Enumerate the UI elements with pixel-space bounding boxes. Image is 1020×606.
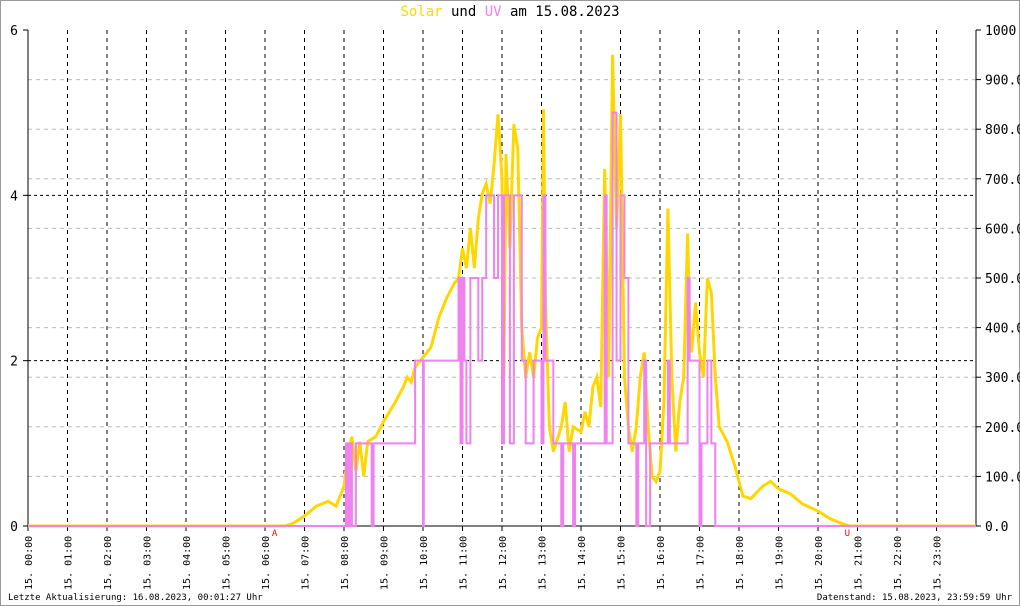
x-tick-label: 15. 02:00 xyxy=(103,536,114,590)
left-tick-label: 6 xyxy=(10,24,18,39)
data-status-text: Datenstand: 15.08.2023, 23:59:59 Uhr xyxy=(816,593,1012,603)
last-update-text: Letzte Aktualisierung: 16.08.2023, 00:01… xyxy=(8,593,263,603)
x-tick-label: 15. 08:00 xyxy=(340,536,351,590)
x-tick-label: 15. 18:00 xyxy=(735,536,746,590)
x-tick-label: 15. 05:00 xyxy=(222,536,233,590)
right-tick-label: 200.0 xyxy=(985,421,1020,436)
x-tick-label: 15. 07:00 xyxy=(301,536,312,590)
right-tick-label: 0.0 xyxy=(985,520,1008,535)
annotation-a: A xyxy=(272,529,278,539)
right-tick-label: 100.0 xyxy=(985,470,1020,485)
x-tick-label: 15. 00:00 xyxy=(24,536,35,590)
right-tick-label: 300.0 xyxy=(985,371,1020,386)
right-tick-label: 1000 xyxy=(985,24,1016,39)
x-tick-label: 15. 03:00 xyxy=(143,536,154,590)
x-tick-label: 15. 04:00 xyxy=(182,536,193,590)
x-tick-label: 15. 06:00 xyxy=(261,536,272,590)
right-tick-label: 700.0 xyxy=(985,173,1020,188)
x-tick-label: 15. 10:00 xyxy=(419,536,430,590)
x-tick-label: 15. 23:00 xyxy=(933,536,944,590)
x-tick-label: 15. 14:00 xyxy=(577,536,588,590)
x-tick-label: 15. 09:00 xyxy=(380,536,391,590)
x-tick-label: 15. 22:00 xyxy=(893,536,904,590)
x-tick-label: 15. 11:00 xyxy=(459,536,470,590)
left-tick-label: 2 xyxy=(10,355,18,370)
x-tick-label: 15. 12:00 xyxy=(498,536,509,590)
solar-uv-chart: 0.0 100.0 200.0 300.0 400.0 500.0 600.0 700.0 80… xyxy=(10,24,1020,590)
x-tick-label: 15. 21:00 xyxy=(854,536,865,590)
left-tick-label: 0 xyxy=(10,520,18,535)
right-tick-label: 600.0 xyxy=(985,222,1020,237)
x-tick-label: 15. 16:00 xyxy=(656,536,667,590)
x-tick-label: 15. 20:00 xyxy=(814,536,825,590)
x-tick-label: 15. 17:00 xyxy=(696,536,707,590)
x-tick-label: 15. 15:00 xyxy=(617,536,628,590)
annotation-u: U xyxy=(845,529,850,539)
x-tick-label: 15. 13:00 xyxy=(538,536,549,590)
x-tick-label: 15. 01:00 xyxy=(64,536,75,590)
x-tick-label: 15. 19:00 xyxy=(775,536,786,590)
right-tick-label: 900.0 xyxy=(985,74,1020,89)
right-tick-label: 400.0 xyxy=(985,322,1020,337)
right-tick-label: 800.0 xyxy=(985,123,1020,138)
left-tick-label: 4 xyxy=(10,189,18,204)
right-tick-label: 500.0 xyxy=(985,272,1020,287)
